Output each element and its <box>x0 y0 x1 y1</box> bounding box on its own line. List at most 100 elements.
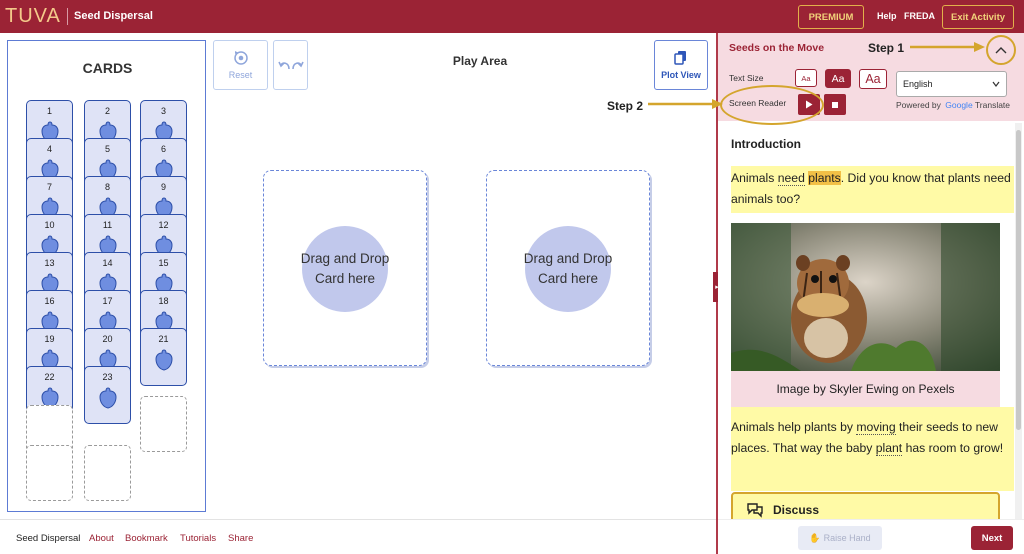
footer-activity-name: Seed Dispersal <box>16 533 81 544</box>
empty-card-slot[interactable] <box>84 445 131 501</box>
footer-bookmark-link[interactable]: Bookmark <box>125 533 168 544</box>
reset-icon <box>233 51 248 65</box>
empty-card-slot[interactable] <box>26 445 73 501</box>
side-panel: Seeds on the Move Text Size Aa Aa Aa Eng… <box>718 33 1024 554</box>
drop-zone-text: Drag and Drop Card here <box>264 249 426 289</box>
card-number: 19 <box>44 334 55 344</box>
seed-card-21[interactable]: 21 <box>140 328 187 386</box>
card-number: 3 <box>160 106 166 116</box>
text-size-medium-button[interactable]: Aa <box>825 69 851 88</box>
user-name[interactable]: FREDA <box>904 11 935 21</box>
undo-redo-icon <box>277 61 304 70</box>
footer-tutorials-link[interactable]: Tutorials <box>180 533 216 544</box>
translate-label: Translate <box>974 100 1011 110</box>
card-number: 21 <box>158 334 169 344</box>
cards-title: CARDS <box>82 60 133 76</box>
card-number: 5 <box>104 144 110 154</box>
lesson-title: Seeds on the Move <box>729 42 825 54</box>
chevron-up-icon <box>995 47 1007 54</box>
chipmunk-photo <box>731 223 1000 371</box>
card-number: 6 <box>160 144 166 154</box>
discuss-label: Discuss <box>773 503 820 517</box>
activity-title: Seed Dispersal <box>74 10 153 22</box>
glossary-word-plant[interactable]: plant <box>875 441 903 456</box>
google-logo: Google <box>945 100 973 110</box>
card-number: 16 <box>44 296 55 306</box>
card-number: 20 <box>102 334 113 344</box>
premium-button[interactable]: PREMIUM <box>798 5 864 29</box>
reset-button[interactable]: Reset <box>213 40 268 90</box>
chevron-down-icon <box>992 81 1000 87</box>
plot-view-label: Plot View <box>661 70 701 80</box>
image-caption: Image by Skyler Ewing on Pexels <box>731 371 1000 407</box>
card-number: 1 <box>46 106 52 116</box>
card-number: 23 <box>102 372 113 382</box>
drop-zone-text: Drag and Drop Card here <box>487 249 649 289</box>
drop-zone-2[interactable]: Drag and Drop Card here <box>486 170 650 366</box>
text-size-label: Text Size <box>729 73 764 83</box>
para2-text-a: Animals help plants by <box>731 420 857 434</box>
seed-card-23[interactable]: 23 <box>84 366 131 424</box>
step2-arrow-icon <box>648 99 723 109</box>
exit-activity-button[interactable]: Exit Activity <box>942 5 1014 29</box>
screen-reader-stop-button[interactable] <box>824 94 846 115</box>
stop-icon <box>832 101 838 108</box>
card-number: 12 <box>158 220 169 230</box>
footer-share-link[interactable]: Share <box>228 533 253 544</box>
card-number: 10 <box>44 220 55 230</box>
card-number: 17 <box>102 296 113 306</box>
glossary-word-moving[interactable]: moving <box>856 420 896 435</box>
discuss-icon <box>747 503 763 518</box>
intro-paragraph-1: Animals need plants. Did you know that p… <box>731 168 1014 210</box>
card-number: 13 <box>44 258 55 268</box>
side-panel-footer: ✋ Raise Hand Next <box>718 519 1024 554</box>
language-select[interactable]: English <box>896 71 1007 97</box>
tuva-logo[interactable]: TUVA <box>5 5 61 28</box>
text-size-small-button[interactable]: Aa <box>795 69 817 87</box>
side-panel-scrollbar-thumb[interactable] <box>1016 130 1021 430</box>
intro-paragraph-2: Animals help plants by moving their seed… <box>731 417 1014 459</box>
app-root: TUVA Seed Dispersal PREMIUM Help FREDA E… <box>0 0 1024 554</box>
collapse-panel-button[interactable] <box>986 35 1016 65</box>
step2-annotation: Step 2 <box>607 99 644 113</box>
card-number: 15 <box>158 258 169 268</box>
drop-zone-line1: Drag and Drop <box>300 251 390 266</box>
card-number: 22 <box>44 372 55 382</box>
card-number: 18 <box>158 296 169 306</box>
powered-by-label: Powered by <box>896 100 941 110</box>
intro-heading: Introduction <box>731 137 801 151</box>
drop-zone-line2: Card here <box>314 271 376 286</box>
chipmunk-image <box>731 223 1000 371</box>
highlighted-word-plants[interactable]: plants <box>808 171 841 185</box>
glossary-word-need[interactable]: need <box>777 171 805 186</box>
powered-by-google-translate: Powered by Google Translate <box>896 100 1010 110</box>
para2-text-c: has room to grow! <box>902 441 1004 455</box>
card-number: 8 <box>104 182 110 192</box>
hand-icon: ✋ <box>809 532 821 543</box>
footer-bar: Seed Dispersal About Bookmark Tutorials … <box>0 519 716 554</box>
language-value: English <box>903 79 933 89</box>
footer-about-link[interactable]: About <box>89 533 114 544</box>
card-number: 14 <box>102 258 113 268</box>
undo-redo-button[interactable] <box>273 40 308 90</box>
para1-text-a: Animals <box>731 171 778 185</box>
card-number: 11 <box>102 220 113 230</box>
drop-zone-1[interactable]: Drag and Drop Card here <box>263 170 427 366</box>
help-link[interactable]: Help <box>877 11 897 21</box>
drop-zone-line1: Drag and Drop <box>523 251 613 266</box>
play-area-title: Play Area <box>452 54 508 68</box>
text-size-large-button[interactable]: Aa <box>859 69 887 89</box>
copy-icon <box>674 51 686 65</box>
reset-label: Reset <box>228 70 253 80</box>
card-number: 4 <box>46 144 52 154</box>
step1-annotation: Step 1 <box>868 41 905 55</box>
raise-hand-button[interactable]: ✋ Raise Hand <box>798 526 882 550</box>
cards-panel: CARDS 1 2 3 4 5 6 7 8 9 10 11 12 13 14 15 16 17 18 19 20 21 2… <box>7 40 206 512</box>
card-number: 7 <box>46 182 52 192</box>
empty-card-slot[interactable] <box>140 396 187 452</box>
next-button[interactable]: Next <box>971 526 1013 550</box>
step1-arrow-icon <box>910 42 985 52</box>
plot-view-button[interactable]: Plot View <box>654 40 708 90</box>
raise-hand-label: Raise Hand <box>823 533 871 543</box>
drop-zone-line2: Card here <box>537 271 599 286</box>
